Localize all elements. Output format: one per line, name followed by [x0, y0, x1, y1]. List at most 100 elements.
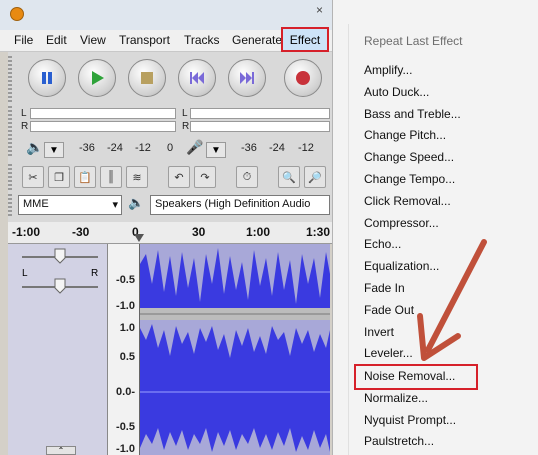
track-control-panel: L R ⌃: [8, 244, 108, 455]
scissors-icon: ✂: [28, 171, 38, 184]
menu-view[interactable]: View: [80, 33, 106, 47]
playback-meter-left[interactable]: [30, 108, 176, 119]
speaker-icon: 🔈: [128, 195, 145, 210]
stopwatch-icon: ⏱: [242, 170, 252, 183]
menu-item-nyquist-prompt[interactable]: Nyquist Prompt...: [364, 413, 456, 427]
copy-button[interactable]: ❐: [48, 166, 70, 188]
output-device-select[interactable]: Speakers (High Definition Audio: [150, 195, 330, 215]
zoom-out-button[interactable]: 🔎: [304, 166, 326, 188]
menu-item-amplify[interactable]: Amplify...: [364, 63, 412, 77]
menu-item-change-speed[interactable]: Change Speed...: [364, 150, 454, 164]
menu-item-paulstretch[interactable]: Paulstretch...: [364, 434, 434, 448]
record-meter-right[interactable]: [190, 121, 330, 132]
edit-toolbar-grip[interactable]: [8, 164, 12, 190]
menu-item-invert[interactable]: Invert: [364, 325, 394, 339]
ruler-label: -1:00: [12, 225, 41, 239]
pan-right-label: R: [91, 268, 99, 279]
device-toolbar-grip[interactable]: [8, 194, 12, 216]
paste-button[interactable]: 📋: [74, 166, 96, 188]
pause-button[interactable]: [28, 59, 66, 97]
redo-icon: ↷: [200, 171, 210, 184]
meter-tick: -24: [107, 142, 123, 154]
record-button[interactable]: [284, 59, 322, 97]
ruler-label: 1:30: [306, 225, 331, 239]
pan-slider-thumb[interactable]: [54, 278, 66, 294]
zoom-in-button[interactable]: 🔍: [278, 166, 300, 188]
pan-left-label: L: [22, 268, 28, 279]
menu-generate[interactable]: Generate: [232, 33, 282, 47]
record-meter-left[interactable]: [190, 108, 330, 119]
skip-start-icon: [190, 72, 204, 84]
meter-tick: -36: [241, 142, 257, 154]
menu-item-normalize[interactable]: Normalize...: [364, 391, 428, 405]
menu-edit[interactable]: Edit: [46, 33, 67, 47]
speaker-icon[interactable]: 🔈: [26, 139, 43, 156]
menu-gutter-divider: [348, 24, 349, 455]
ruler-label: 30: [192, 225, 206, 239]
audacity-logo-icon: [10, 7, 24, 21]
window-close-button[interactable]: ×: [316, 3, 323, 17]
meter-tick: -12: [298, 142, 314, 154]
meter-tick: -24: [269, 142, 285, 154]
meter-right-label: R: [21, 121, 29, 132]
menu-item-change-tempo[interactable]: Change Tempo...: [364, 172, 455, 186]
cut-button[interactable]: ✂: [22, 166, 44, 188]
redo-button[interactable]: ↷: [194, 166, 216, 188]
chevron-down-icon: ▾: [112, 199, 118, 211]
toolbar-grip[interactable]: [8, 56, 12, 104]
playback-meter-right[interactable]: [30, 121, 176, 132]
menu-item-bass-and-treble[interactable]: Bass and Treble...: [364, 107, 461, 121]
menu-item-compressor[interactable]: Compressor...: [364, 216, 439, 230]
meter-left-label: L: [21, 108, 27, 119]
playback-menu-dropdown[interactable]: ▼: [44, 142, 64, 158]
gain-slider-thumb[interactable]: [54, 248, 66, 264]
undo-icon: ↶: [174, 171, 184, 184]
menu-tracks[interactable]: Tracks: [184, 33, 220, 47]
silence-button[interactable]: ≋: [126, 166, 148, 188]
audio-host-select[interactable]: MME ▾: [18, 195, 122, 215]
meter-tick: -12: [135, 142, 151, 154]
scale-label: -0.5: [116, 274, 135, 286]
trim-audio-icon: ║: [107, 171, 115, 183]
stop-button[interactable]: [128, 59, 166, 97]
collapse-track-button[interactable]: ⌃: [46, 446, 76, 455]
vertical-scale[interactable]: -0.5 -1.0 1.0 0.5 0.0- -0.5 -1.0: [108, 244, 140, 455]
meter-tick: -36: [79, 142, 95, 154]
ruler-label: -30: [72, 225, 90, 239]
title-bar: ×: [0, 0, 332, 30]
record-menu-dropdown[interactable]: ▼: [206, 142, 226, 158]
undo-button[interactable]: ↶: [168, 166, 190, 188]
meter-grip[interactable]: [8, 106, 12, 158]
scale-label: 1.0: [119, 322, 135, 334]
menu-bar: File Edit View Transport Tracks Generate…: [0, 27, 332, 52]
output-device-value: Speakers (High Definition Audio: [155, 198, 311, 210]
silence-audio-icon: ≋: [132, 171, 142, 184]
scale-label: -0.5: [116, 421, 135, 433]
menu-item-auto-duck[interactable]: Auto Duck...: [364, 85, 429, 99]
meter-tick: 0: [167, 142, 174, 154]
play-icon: [92, 71, 104, 85]
pause-icon: [42, 72, 52, 84]
record-meter-right-label: R: [182, 121, 190, 132]
menu-item-repeat-last-effect[interactable]: Repeat Last Effect: [364, 34, 463, 48]
record-icon: [296, 71, 310, 85]
timeline-ruler[interactable]: -1:00 -30 0 30 1:00 1:30: [8, 222, 332, 244]
audio-host-value: MME: [23, 198, 49, 210]
microphone-icon[interactable]: 🎤: [186, 139, 203, 156]
menu-item-echo[interactable]: Echo...: [364, 237, 401, 251]
menu-file[interactable]: File: [14, 33, 33, 47]
sync-lock-button[interactable]: ⏱: [236, 166, 258, 188]
menu-effect-label: Effect: [289, 32, 321, 47]
waveform-display[interactable]: [140, 244, 330, 455]
skip-to-end-button[interactable]: [228, 59, 266, 97]
trim-button[interactable]: ║: [100, 166, 122, 188]
menu-item-fade-in[interactable]: Fade In: [364, 281, 405, 295]
copy-icon: ❐: [54, 171, 64, 184]
scale-label: -1.0: [116, 300, 135, 312]
play-button[interactable]: [78, 59, 116, 97]
menu-item-change-pitch[interactable]: Change Pitch...: [364, 128, 446, 142]
skip-to-start-button[interactable]: [178, 59, 216, 97]
menu-item-click-removal[interactable]: Click Removal...: [364, 194, 451, 208]
menu-effect[interactable]: Effect: [281, 27, 329, 52]
menu-transport[interactable]: Transport: [119, 33, 170, 47]
